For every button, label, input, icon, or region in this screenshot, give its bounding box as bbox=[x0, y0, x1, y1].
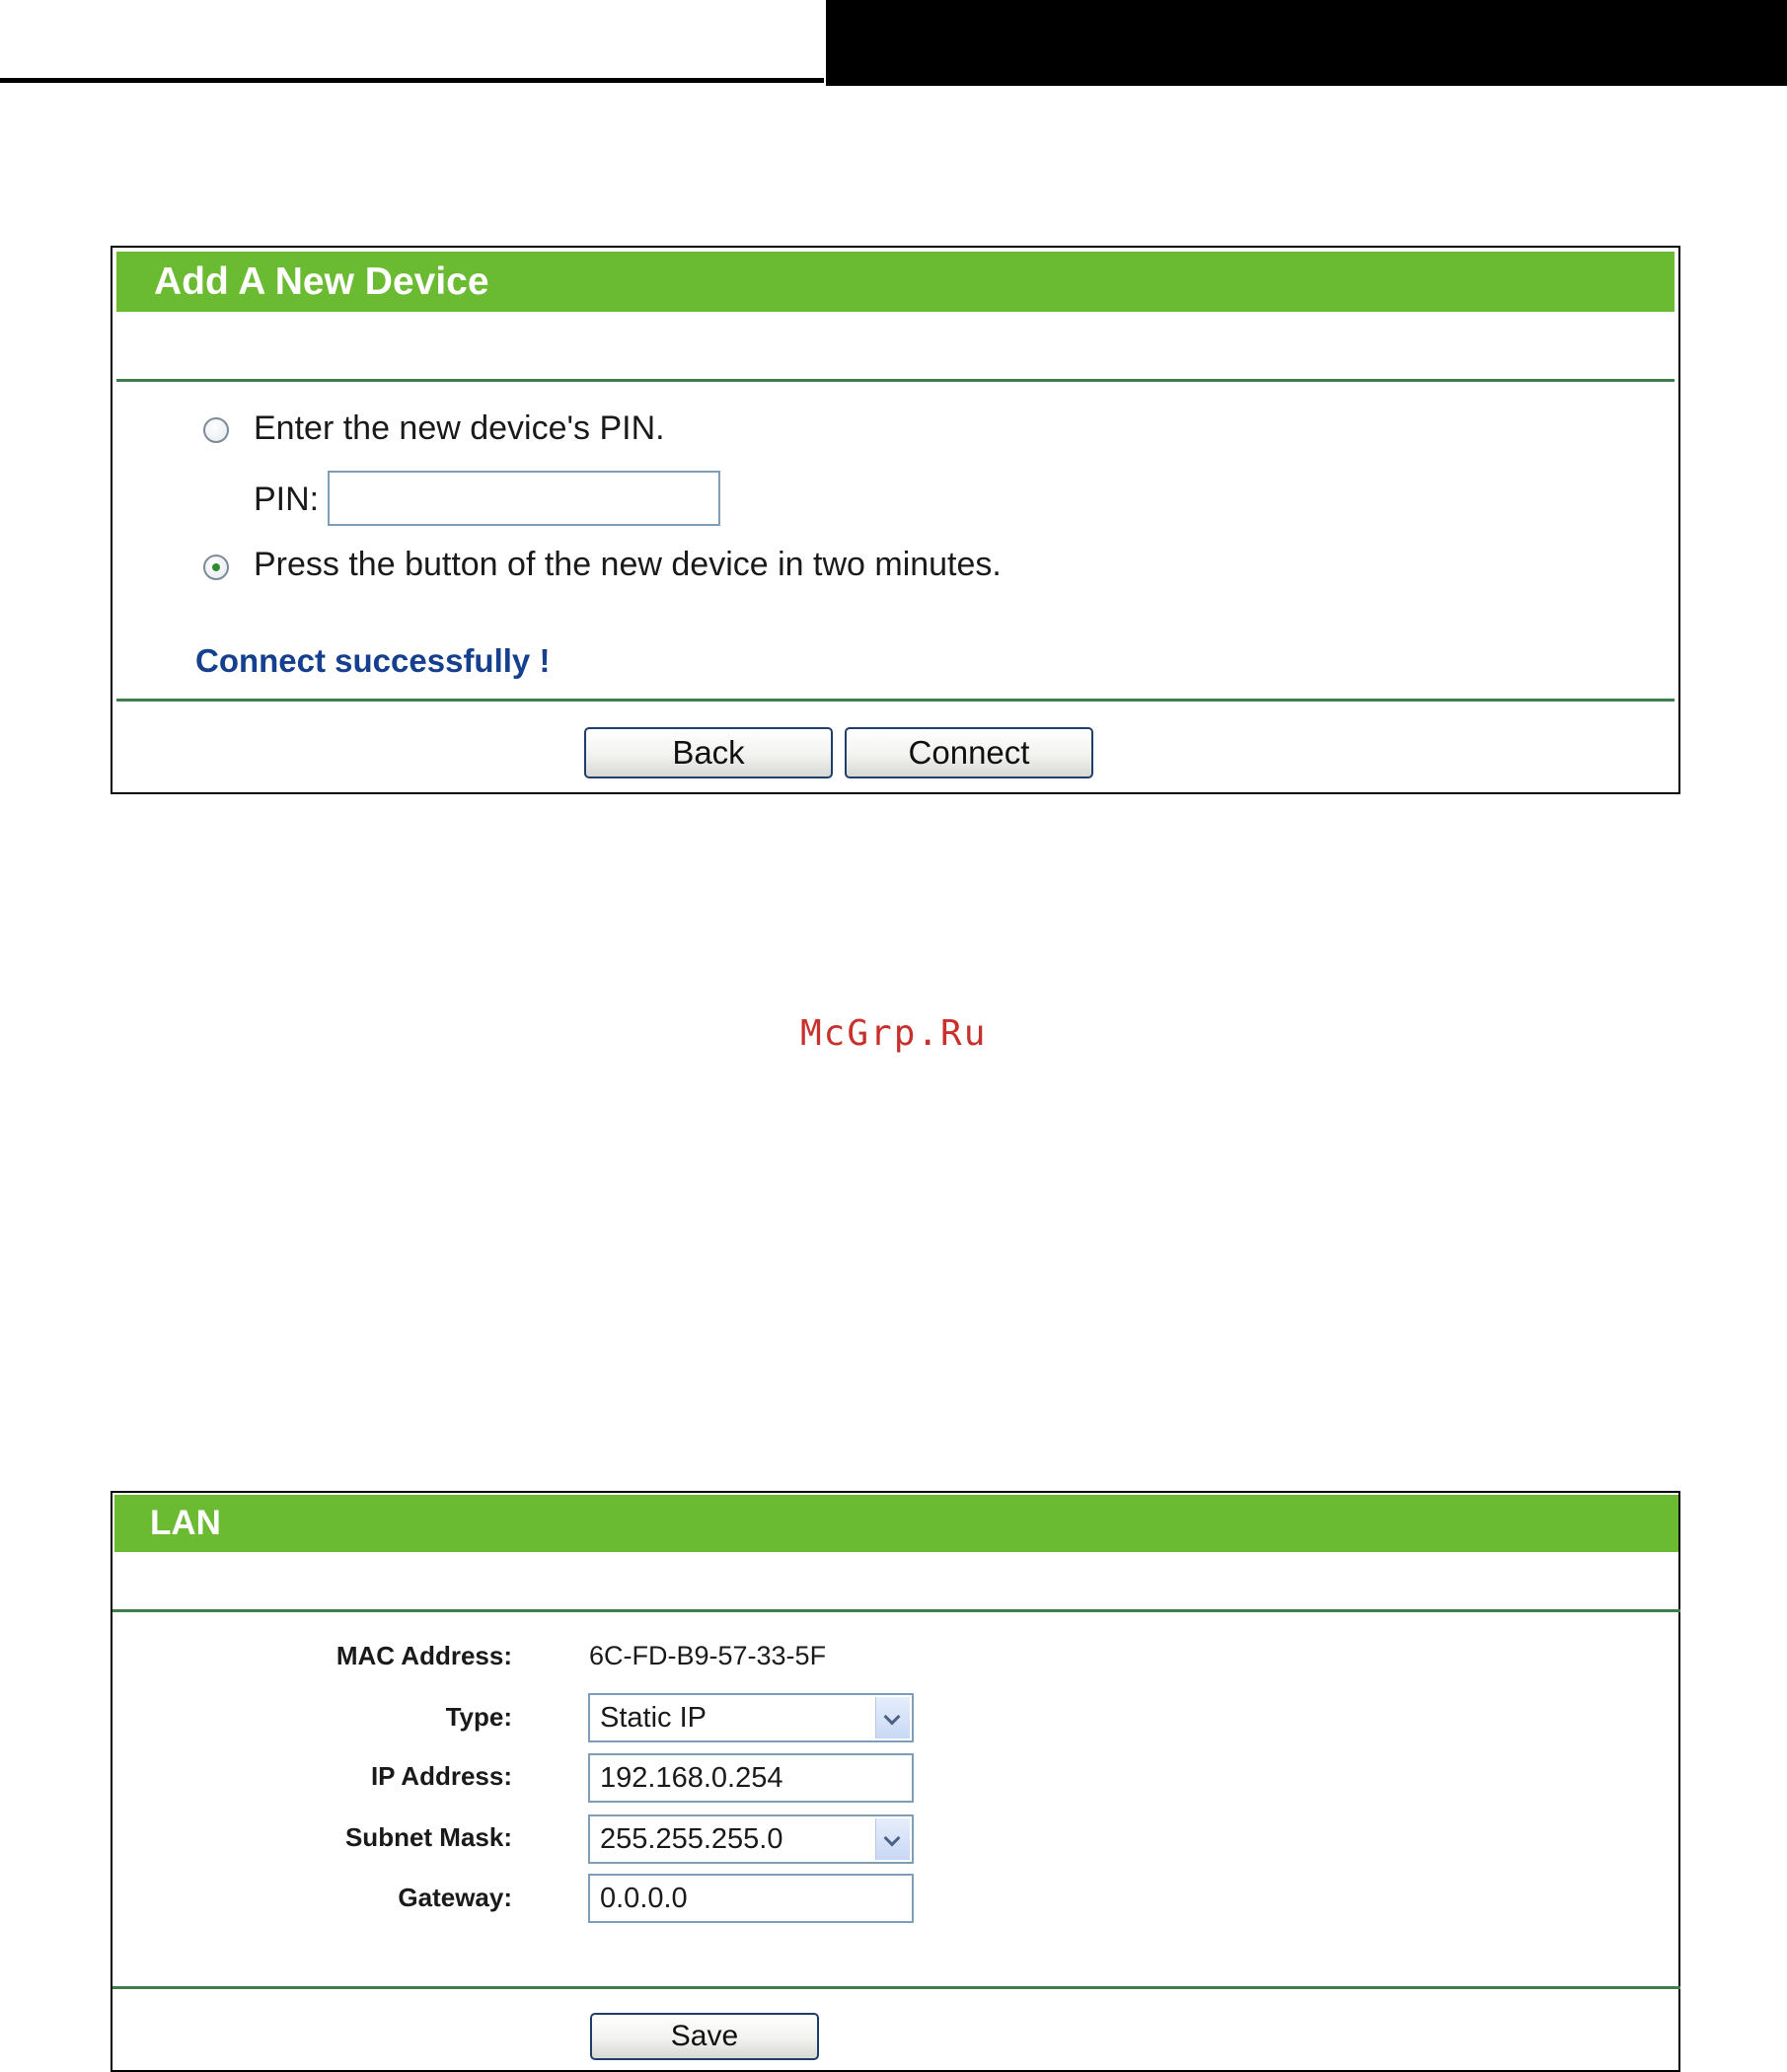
back-button[interactable]: Back bbox=[584, 727, 833, 778]
radio-button-option[interactable] bbox=[203, 555, 229, 580]
divider bbox=[112, 1986, 1680, 1989]
mac-address-value: 6C-FD-B9-57-33-5F bbox=[589, 1641, 827, 1670]
pin-label: PIN: bbox=[254, 481, 320, 518]
radio-button-option-label: Press the button of the new device in tw… bbox=[254, 546, 1002, 583]
subnet-mask-select[interactable]: 255.255.255.0 bbox=[588, 1814, 914, 1864]
panel-title: Add A New Device bbox=[116, 252, 1675, 312]
pin-input[interactable] bbox=[328, 471, 720, 526]
subnet-mask-label: Subnet Mask: bbox=[344, 1822, 512, 1852]
subnet-mask-select-value: 255.255.255.0 bbox=[600, 1823, 783, 1855]
divider bbox=[112, 1609, 1680, 1612]
type-select[interactable]: Static IP bbox=[588, 1693, 914, 1742]
add-device-panel: Add A New Device Enter the new device's … bbox=[111, 246, 1680, 794]
type-label: Type: bbox=[445, 1702, 512, 1732]
lan-panel: LAN MAC Address: 6C-FD-B9-57-33-5F Type:… bbox=[111, 1491, 1680, 2072]
type-select-value: Static IP bbox=[600, 1702, 707, 1734]
gateway-label: Gateway: bbox=[398, 1883, 512, 1912]
watermark: McGrp.Ru bbox=[800, 1013, 988, 1054]
page-header-block bbox=[826, 0, 1787, 86]
radio-pin-option[interactable] bbox=[203, 417, 229, 443]
radio-pin-option-label: Enter the new device's PIN. bbox=[254, 409, 665, 447]
chevron-down-icon bbox=[875, 1697, 910, 1739]
status-message: Connect successfully ! bbox=[195, 642, 551, 679]
ip-address-input[interactable]: 192.168.0.254 bbox=[588, 1753, 914, 1803]
chevron-down-icon bbox=[875, 1818, 910, 1860]
divider bbox=[116, 699, 1675, 702]
panel-title: LAN bbox=[114, 1495, 1678, 1552]
gateway-input[interactable]: 0.0.0.0 bbox=[588, 1874, 914, 1923]
connect-button[interactable]: Connect bbox=[845, 727, 1093, 778]
save-button[interactable]: Save bbox=[590, 2013, 819, 2060]
page-header-rule bbox=[0, 78, 824, 83]
ip-address-label: IP Address: bbox=[370, 1761, 512, 1791]
divider bbox=[116, 379, 1675, 382]
mac-address-label: MAC Address: bbox=[335, 1641, 512, 1670]
